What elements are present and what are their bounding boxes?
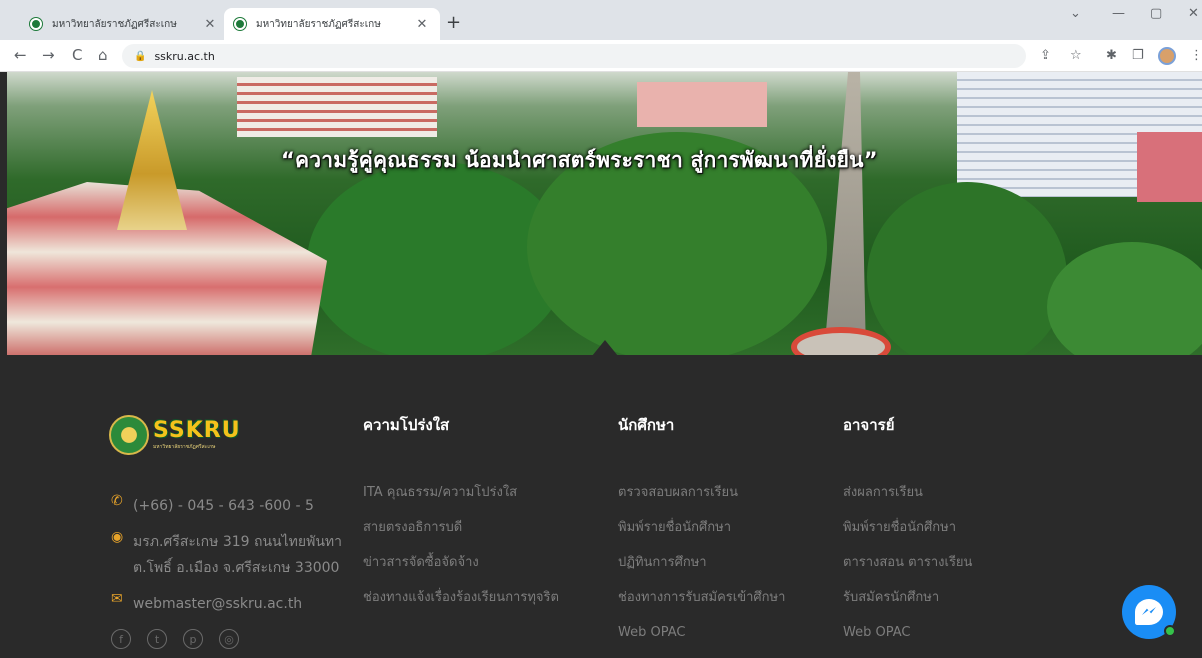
tab-strip: มหาวิทยาลัยราชภัฏศรีสะเกษ ✕ มหาวิทยาลัยร… — [0, 0, 1202, 40]
menu-icon[interactable]: ⋮ — [1190, 48, 1202, 63]
tab-title: มหาวิทยาลัยราชภัฏศรีสะเกษ — [52, 18, 177, 30]
footer-link-corruption-report[interactable]: ช่องทางแจ้งเรื่องร้องเรียนการทุจริต — [363, 588, 603, 623]
logo-subtitle: มหาวิทยาลัยราชภัฏศรีสะเกษ — [153, 444, 216, 450]
footer-link-print-student-list[interactable]: พิมพ์รายชื่อนักศึกษา — [618, 518, 858, 553]
messenger-chat-button[interactable] — [1122, 585, 1176, 639]
email-icon: ✉ — [111, 591, 123, 607]
footer-link-ita[interactable]: ITA คุณธรรม/ความโปร่งใส — [363, 483, 603, 518]
site-footer: SSKRU มหาวิทยาลัยราชภัฏศรีสะเกษ ✆ (+66) … — [7, 355, 1202, 655]
contact-email[interactable]: ✉ webmaster@sskru.ac.th — [111, 591, 302, 617]
campus-building-image — [637, 82, 767, 127]
facebook-icon[interactable]: f — [111, 629, 131, 649]
transparency-column: ความโปร่งใส ITA คุณธรรม/ความโปร่งใส สายต… — [363, 413, 603, 623]
sskru-favicon-icon — [30, 18, 42, 30]
campus-building-image — [1137, 132, 1202, 202]
footer-link-admission-channel[interactable]: ช่องทางการรับสมัครเข้าศึกษา — [618, 588, 858, 623]
campus-building-image — [237, 77, 437, 137]
footer-link-timetable[interactable]: ตารางสอน ตารางเรียน — [843, 553, 1083, 588]
messenger-icon — [1135, 599, 1163, 625]
address-bar[interactable]: 🔒 sskru.ac.th — [122, 44, 1026, 68]
footer-link-submit-grades[interactable]: ส่งผลการเรียน — [843, 483, 1083, 518]
hero-banner: “ความรู้คู่คุณธรรม น้อมนำศาสตร์พระราชา ส… — [7, 72, 1202, 355]
column-heading: นักศึกษา — [618, 416, 675, 434]
phone-icon: ✆ — [111, 493, 123, 509]
footer-link-president-hotline[interactable]: สายตรงอธิการบดี — [363, 518, 603, 553]
toolbar: ← → C ⌂ 🔒 sskru.ac.th ⇪ ☆ ✱ ❐ ⋮ — [0, 40, 1202, 72]
tab-sskru-2[interactable]: มหาวิทยาลัยราชภัฏศรีสะเกษ ✕ — [224, 8, 440, 40]
extensions-icon[interactable]: ✱ — [1106, 48, 1117, 63]
forward-icon[interactable]: → — [42, 46, 55, 64]
maximize-icon[interactable]: ▢ — [1150, 6, 1162, 21]
footer-link-student-admission[interactable]: รับสมัครนักศึกษา — [843, 588, 1083, 623]
tab-search-icon[interactable]: ⌄ — [1070, 6, 1081, 21]
tab-sskru-1[interactable]: มหาวิทยาลัยราชภัฏศรีสะเกษ ✕ — [20, 8, 228, 40]
phone-text: (+66) - 045 - 643 -600 - 5 — [133, 498, 314, 514]
footer-link-web-opac[interactable]: Web OPAC — [843, 623, 1083, 658]
column-heading: อาจารย์ — [843, 416, 895, 434]
tree-canopy-image — [1047, 242, 1202, 355]
location-pin-icon: ◉ — [111, 529, 124, 545]
back-icon[interactable]: ← — [14, 46, 27, 64]
contact-phone: ✆ (+66) - 045 - 643 -600 - 5 — [111, 493, 314, 519]
new-tab-button[interactable]: + — [446, 12, 461, 33]
profile-avatar[interactable] — [1158, 47, 1176, 65]
sskru-logo[interactable]: SSKRU มหาวิทยาลัยราชภัฏศรีสะเกษ — [109, 415, 241, 455]
tab-close-icon[interactable]: ✕ — [202, 17, 218, 32]
close-window-icon[interactable]: ✕ — [1188, 6, 1199, 21]
contact-address: ◉ มรภ.ศรีสะเกษ 319 ถนนไทยพันทา ต.โพธิ์ อ… — [111, 529, 342, 581]
online-status-dot — [1164, 625, 1176, 637]
footer-link-academic-calendar[interactable]: ปฏิทินการศึกษา — [618, 553, 858, 588]
reload-icon[interactable]: C — [72, 46, 82, 64]
home-icon[interactable]: ⌂ — [98, 46, 108, 64]
twitter-icon[interactable]: t — [147, 629, 167, 649]
students-column: นักศึกษา ตรวจสอบผลการเรียน พิมพ์รายชื่อน… — [618, 413, 858, 658]
hero-slogan: “ความรู้คู่คุณธรรม น้อมนำศาสตร์พระราชา ส… — [281, 148, 878, 172]
column-heading: ความโปร่งใส — [363, 416, 450, 434]
url-text: sskru.ac.th — [154, 49, 215, 63]
roundabout-image — [791, 327, 891, 355]
footer-link-web-opac[interactable]: Web OPAC — [618, 623, 858, 658]
lecturers-column: อาจารย์ ส่งผลการเรียน พิมพ์รายชื่อนักศึก… — [843, 413, 1083, 658]
road-image — [824, 72, 866, 355]
golden-spire-image — [117, 90, 187, 230]
pinterest-icon[interactable]: p — [183, 629, 203, 649]
social-links: f t p ◎ — [111, 629, 239, 649]
instagram-icon[interactable]: ◎ — [219, 629, 239, 649]
footer-link-procurement-news[interactable]: ข่าวสารจัดซื้อจัดจ้าง — [363, 553, 603, 588]
side-panel-icon[interactable]: ❐ — [1132, 48, 1144, 63]
minimize-icon[interactable]: — — [1112, 6, 1125, 21]
address-line-1: มรภ.ศรีสะเกษ 319 ถนนไทยพันทา — [133, 534, 342, 550]
tab-close-icon[interactable]: ✕ — [414, 17, 430, 32]
email-text[interactable]: webmaster@sskru.ac.th — [133, 591, 302, 617]
university-seal-icon — [109, 415, 149, 455]
bookmark-star-icon[interactable]: ☆ — [1070, 48, 1082, 63]
footer-link-print-student-list[interactable]: พิมพ์รายชื่อนักศึกษา — [843, 518, 1083, 553]
tab-title: มหาวิทยาลัยราชภัฏศรีสะเกษ — [256, 18, 381, 30]
footer-link-check-grades[interactable]: ตรวจสอบผลการเรียน — [618, 483, 858, 518]
lock-icon[interactable]: 🔒 — [134, 51, 146, 62]
sskru-favicon-icon — [234, 18, 246, 30]
address-line-2: ต.โพธิ์ อ.เมือง จ.ศรีสะเกษ 33000 — [133, 560, 340, 576]
tree-canopy-image — [867, 182, 1067, 355]
share-icon[interactable]: ⇪ — [1040, 48, 1051, 63]
logo-brand: SSKRU — [153, 418, 241, 443]
